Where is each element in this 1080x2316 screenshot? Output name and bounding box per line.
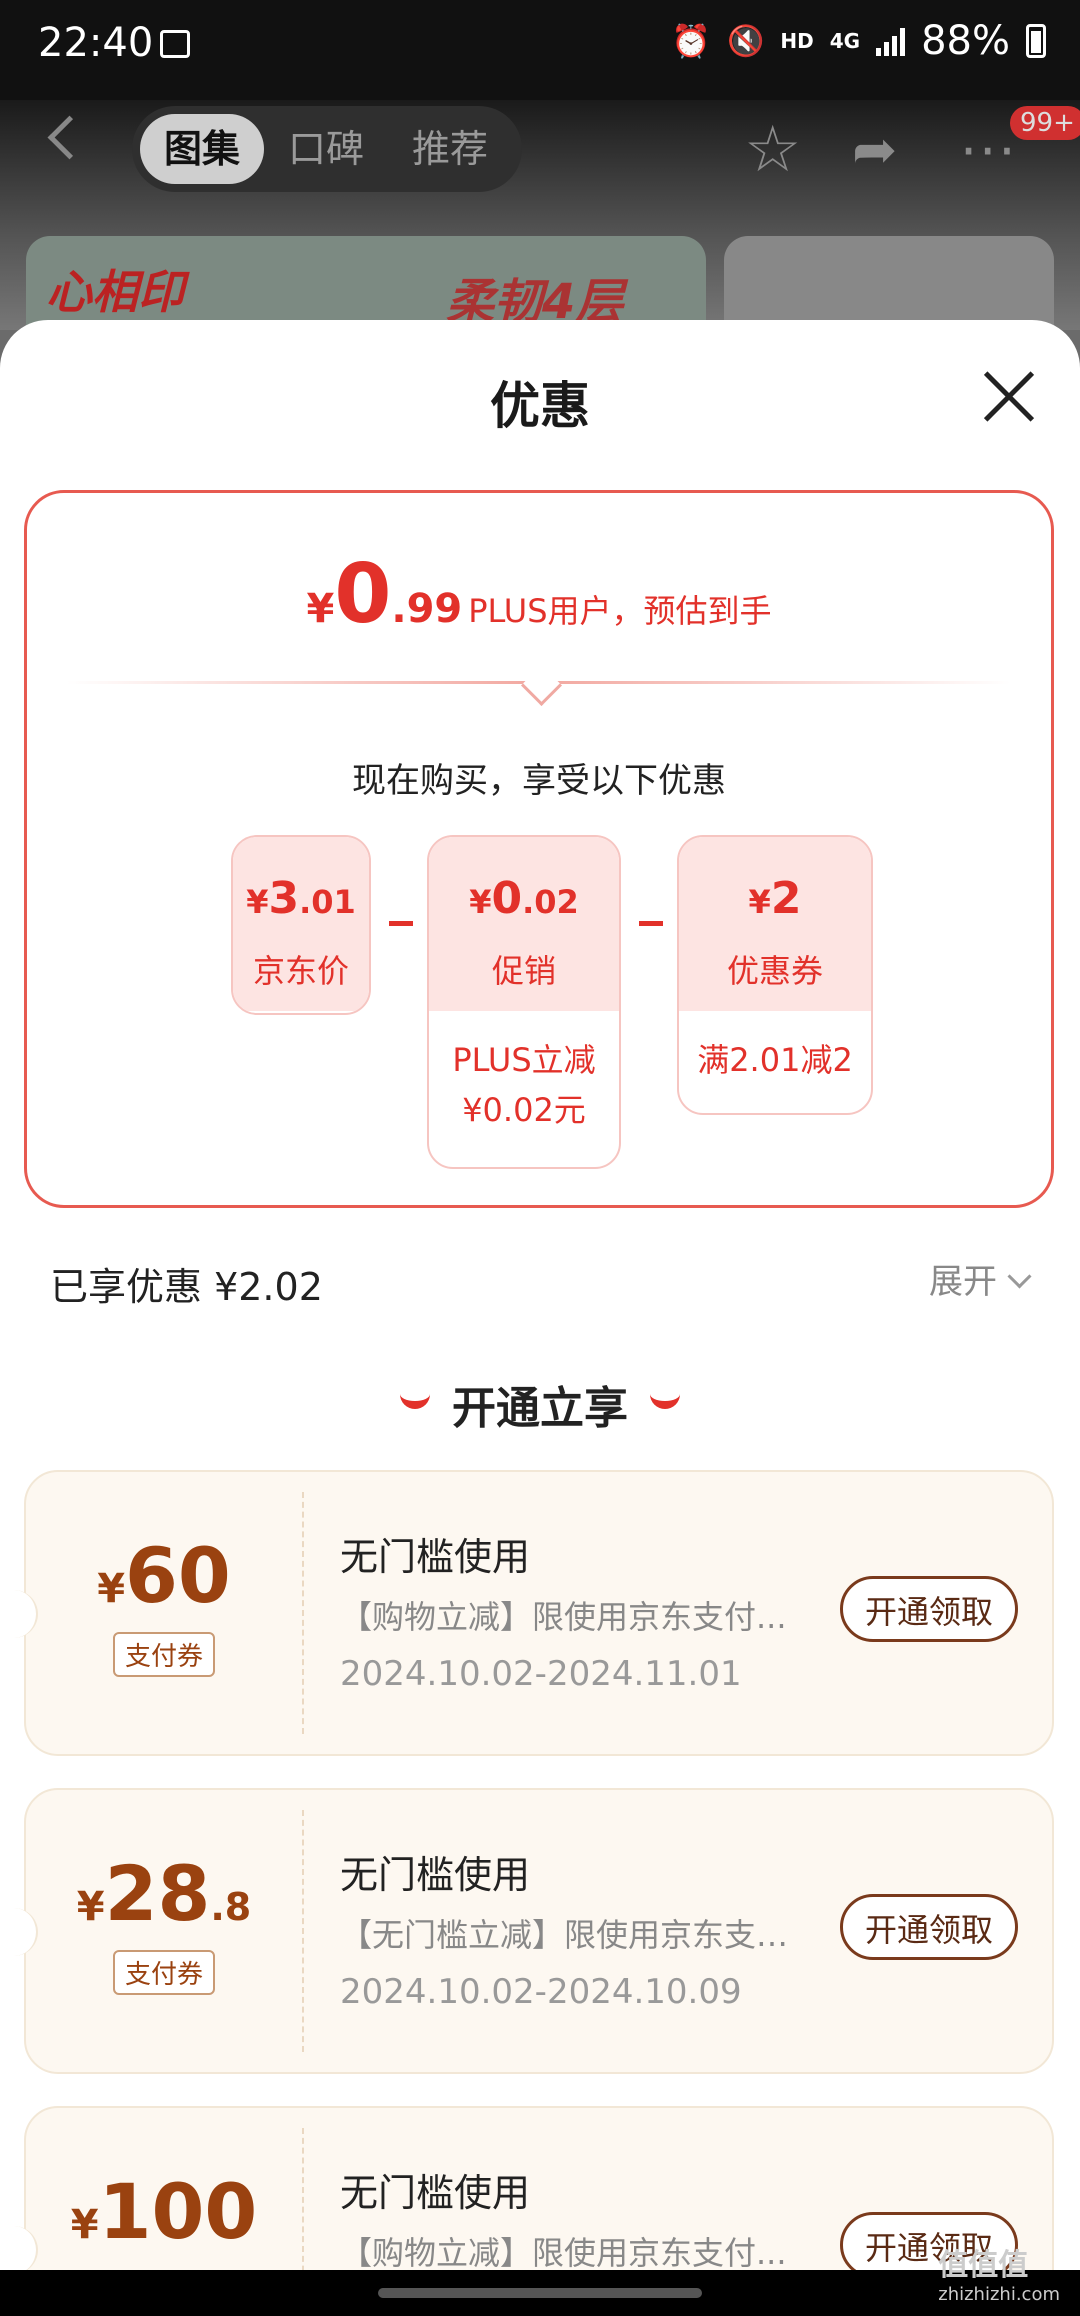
alarm-icon: ⏰	[671, 22, 712, 60]
image-notification-icon	[160, 30, 190, 58]
sheet-title: 优惠	[490, 377, 590, 435]
coupon-tag: 支付券	[112, 1950, 215, 1995]
discount-sheet: 优惠 ¥0.99 PLUS用户，预估到手 现在购买，享受以下优惠 ¥3.01 京东…	[0, 320, 1080, 2316]
coupon-title: 无门槛使用	[340, 1535, 531, 1579]
smile-decor-icon	[650, 1385, 680, 1409]
jd-price-currency: ¥	[246, 883, 269, 921]
watermark-main: 值值值	[938, 2248, 1029, 2283]
price-box-coupon: ¥2 优惠券 满2.01减2	[677, 835, 873, 1115]
more-icon[interactable]: ···	[960, 120, 1018, 183]
coupon-separator	[302, 1810, 304, 2052]
promo-integer: 0	[491, 873, 523, 924]
coupon-desc: 【无门槛立减】限使用京东支付...	[340, 1916, 810, 1954]
coupon-label: 优惠券	[726, 952, 823, 990]
coupon-separator	[302, 1492, 304, 1734]
final-price-integer: 0	[334, 547, 392, 642]
coupon-date: 2024.10.02-2024.10.09	[340, 1972, 742, 2012]
coupon-decimal: .8	[210, 1885, 252, 1929]
close-icon[interactable]	[980, 366, 1040, 426]
mute-icon: 🔇	[727, 23, 765, 59]
tab-recommend[interactable]: 推荐	[388, 114, 512, 184]
battery-percent: 88%	[921, 18, 1010, 64]
coupon-value: 100	[98, 2167, 258, 2256]
price-summary-card: ¥0.99 PLUS用户，预估到手 现在购买，享受以下优惠 ¥3.01 京东价 ¥…	[24, 490, 1054, 1208]
final-price-desc: PLUS用户，预估到手	[468, 592, 772, 630]
promo-currency: ¥	[469, 883, 492, 921]
promo-decimal: .02	[522, 883, 579, 921]
open-title-text: 开通立享	[452, 1383, 628, 1434]
promo-note-2: ¥0.02元	[462, 1091, 586, 1129]
coupon-currency: ¥	[76, 1884, 105, 1930]
coupon-currency: ¥	[97, 1566, 126, 1612]
product-tabs: 图集 口碑 推荐	[132, 106, 522, 192]
status-bar: 22:40 ⏰ 🔇 HD 4G 88%	[0, 0, 1080, 100]
expand-button[interactable]: 展开	[929, 1254, 1032, 1303]
promo-note-1: PLUS立减	[452, 1041, 596, 1079]
jd-price-integer: 3	[268, 873, 300, 924]
coupon-note: 满2.01减2	[697, 1041, 853, 1079]
divider-notch	[520, 664, 563, 707]
coupon-value: 28	[104, 1849, 211, 1938]
hd-label: HD	[780, 29, 814, 53]
promo-label: 促销	[491, 952, 556, 990]
coupon-desc: 【购物立减】限使用京东支付...	[340, 2234, 787, 2272]
price-box-promo: ¥0.02 促销 PLUS立减 ¥0.02元	[427, 835, 621, 1169]
tab-reviews[interactable]: 口碑	[264, 114, 388, 184]
share-icon[interactable]: ➦	[852, 118, 897, 181]
minus-sign	[389, 921, 413, 926]
status-icons: ⏰ 🔇 HD 4G 88%	[671, 18, 1046, 64]
coupon-title: 无门槛使用	[340, 1853, 531, 1897]
tab-gallery[interactable]: 图集	[140, 114, 265, 184]
coupon-integer: 2	[770, 873, 802, 924]
open-section-title: 开通立享	[0, 1372, 1080, 1436]
chevron-down-icon	[1007, 1264, 1032, 1289]
system-nav-bar	[0, 2270, 1080, 2316]
coupon-card: ¥28.8 支付券 无门槛使用 【无门槛立减】限使用京东支付... 2024.1…	[12, 1788, 1054, 2074]
jd-price-decimal: .01	[299, 883, 356, 921]
final-price-decimal: .99	[391, 586, 463, 632]
expand-label: 展开	[929, 1262, 997, 1302]
signal-icon	[876, 26, 906, 56]
jd-price-label: 京东价	[252, 952, 349, 990]
brand-logo: 心相印	[46, 265, 184, 319]
coupon-tag: 支付券	[112, 1632, 215, 1677]
coupon-date: 2024.10.02-2024.11.01	[340, 1654, 742, 1694]
price-box-jd: ¥3.01 京东价	[231, 835, 371, 1015]
final-price: ¥0.99 PLUS用户，预估到手	[27, 547, 1051, 642]
buy-text: 现在购买，享受以下优惠	[352, 761, 726, 801]
final-price-currency: ¥	[306, 586, 335, 632]
coupon-title: 无门槛使用	[340, 2171, 531, 2215]
message-count-badge: 99+	[1010, 106, 1080, 140]
coupon-card: ¥60 支付券 无门槛使用 【购物立减】限使用京东支付... 2024.10.0…	[12, 1470, 1054, 1756]
status-time: 22:40	[38, 20, 154, 66]
open-claim-button[interactable]: 开通领取	[840, 1894, 1018, 1960]
open-claim-button[interactable]: 开通领取	[840, 1576, 1018, 1642]
battery-icon	[1026, 24, 1046, 58]
coupon-currency: ¥	[70, 2202, 99, 2248]
favorite-star-icon[interactable]: ☆	[744, 118, 801, 182]
watermark: 值值值 zhizhizhi.com	[938, 2240, 1060, 2305]
enjoyed-discount: 已享优惠 ¥2.02	[50, 1265, 323, 1309]
watermark-sub: zhizhizhi.com	[938, 2284, 1060, 2305]
coupon-value: 60	[125, 1531, 231, 1620]
minus-sign	[639, 921, 663, 926]
home-gesture-pill[interactable]	[378, 2288, 702, 2298]
network-type-label: 4G	[829, 29, 861, 53]
coupon-currency: ¥	[748, 883, 771, 921]
coupon-desc: 【购物立减】限使用京东支付...	[340, 1598, 787, 1636]
smile-decor-icon	[400, 1385, 430, 1409]
